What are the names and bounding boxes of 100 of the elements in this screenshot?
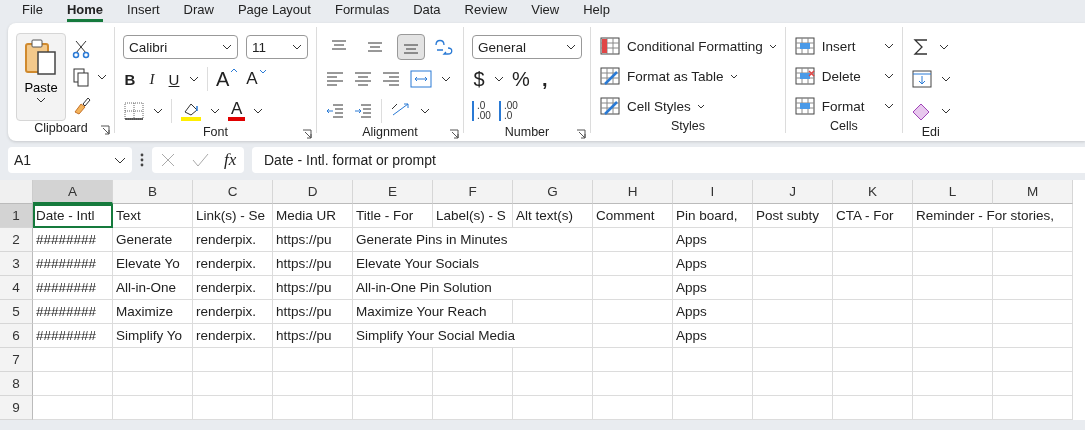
table-cell: ######## bbox=[33, 252, 113, 276]
check-icon[interactable] bbox=[190, 152, 209, 168]
ribbon-tab[interactable]: Data bbox=[413, 2, 441, 22]
insert-function-button[interactable]: fx bbox=[224, 150, 237, 170]
percent-button[interactable]: % bbox=[512, 67, 530, 91]
column-header[interactable]: A bbox=[33, 180, 113, 204]
column-header[interactable]: F bbox=[433, 180, 513, 204]
fill-down-icon[interactable] bbox=[910, 69, 933, 89]
dialog-launcher-icon[interactable] bbox=[449, 129, 459, 139]
ribbon-tab[interactable]: Draw bbox=[183, 2, 214, 22]
table-cell: renderpix. bbox=[193, 276, 273, 300]
ribbon-tab[interactable]: Formulas bbox=[334, 2, 390, 22]
paintbrush-icon[interactable] bbox=[72, 95, 92, 115]
comma-style-button[interactable]: , bbox=[537, 67, 552, 91]
ribbon-tab[interactable]: Page Layout bbox=[237, 2, 311, 22]
table-cell: Apps bbox=[673, 276, 753, 300]
font-size-dropdown[interactable]: 11 bbox=[246, 35, 308, 59]
column-header[interactable]: J bbox=[753, 180, 833, 204]
more-options-icon[interactable] bbox=[140, 153, 144, 167]
font-color-button[interactable]: A bbox=[228, 101, 246, 121]
dialog-launcher-icon[interactable] bbox=[302, 129, 312, 139]
table-cell: Reminder - For stories, bbox=[913, 204, 1073, 228]
increase-decimal-button[interactable]: .0 .00 bbox=[472, 101, 491, 121]
caret-icon bbox=[883, 43, 894, 49]
styles-button[interactable]: Conditional Formatting bbox=[599, 33, 777, 59]
column-header[interactable]: M bbox=[993, 180, 1073, 204]
row-header[interactable]: 2 bbox=[0, 228, 33, 252]
merge-center-icon[interactable] bbox=[409, 69, 433, 89]
caret-icon[interactable] bbox=[253, 108, 264, 114]
clipboard-icon bbox=[23, 38, 59, 78]
number-format-dropdown[interactable]: General bbox=[472, 35, 582, 59]
row-header[interactable]: 1 bbox=[0, 204, 33, 228]
table-cell: https://pu bbox=[273, 228, 353, 252]
column-header[interactable]: K bbox=[833, 180, 913, 204]
caret-icon[interactable] bbox=[210, 108, 220, 114]
caret-icon[interactable] bbox=[153, 108, 163, 114]
table-cell: ######## bbox=[33, 276, 113, 300]
increase-indent-icon[interactable] bbox=[353, 103, 373, 119]
column-header[interactable]: H bbox=[593, 180, 673, 204]
column-header[interactable]: I bbox=[673, 180, 753, 204]
caret-icon[interactable] bbox=[420, 108, 430, 114]
align-center-icon[interactable] bbox=[353, 71, 373, 87]
ribbon-tab[interactable]: File bbox=[22, 2, 43, 22]
formula-input[interactable]: Date - Intl. format or prompt bbox=[252, 147, 1085, 173]
row-header[interactable]: 5 bbox=[0, 300, 33, 324]
borders-icon[interactable] bbox=[123, 101, 145, 121]
decrease-indent-icon[interactable] bbox=[325, 103, 345, 119]
copy-icon[interactable] bbox=[72, 67, 106, 87]
paste-button[interactable]: Paste bbox=[16, 33, 66, 121]
table-cell: Title - For bbox=[353, 204, 433, 228]
align-left-icon[interactable] bbox=[325, 71, 345, 87]
styles-button[interactable]: Cell Styles bbox=[599, 93, 777, 119]
currency-button[interactable]: $ bbox=[472, 67, 486, 91]
table-cell: Elevate Yo bbox=[113, 252, 193, 276]
caret-icon[interactable] bbox=[189, 76, 199, 82]
column-header[interactable]: D bbox=[273, 180, 353, 204]
ribbon-tab[interactable]: View bbox=[531, 2, 560, 22]
ribbon-tab[interactable]: Help bbox=[583, 2, 610, 22]
table-grid-icon bbox=[793, 96, 816, 116]
italic-button[interactable]: I bbox=[145, 70, 159, 88]
name-box[interactable]: A1 bbox=[8, 147, 132, 173]
caret-icon[interactable] bbox=[938, 44, 949, 50]
row-header[interactable]: 9 bbox=[0, 396, 33, 420]
row-header[interactable]: 7 bbox=[0, 348, 33, 372]
ribbon-tab[interactable]: Review bbox=[464, 2, 508, 22]
row-header[interactable]: 3 bbox=[0, 252, 33, 276]
caret-icon[interactable] bbox=[940, 76, 951, 82]
shrink-font-button[interactable]: A bbox=[246, 69, 267, 89]
bold-button[interactable]: B bbox=[123, 70, 137, 88]
row-header[interactable]: 4 bbox=[0, 276, 33, 300]
underline-button[interactable]: U bbox=[167, 70, 181, 88]
dialog-launcher-icon[interactable] bbox=[100, 125, 110, 135]
cells-button[interactable]: Insert bbox=[793, 33, 894, 59]
column-header[interactable]: B bbox=[113, 180, 193, 204]
cells-button[interactable]: Format bbox=[793, 93, 894, 119]
column-header[interactable]: E bbox=[353, 180, 433, 204]
scissors-icon[interactable] bbox=[72, 39, 90, 59]
font-family-dropdown[interactable]: Calibri bbox=[123, 35, 238, 59]
caret-icon bbox=[883, 73, 894, 79]
caret-icon bbox=[36, 97, 46, 103]
align-right-icon[interactable] bbox=[381, 71, 401, 87]
row-header[interactable]: 6 bbox=[0, 324, 33, 348]
dialog-launcher-icon[interactable] bbox=[576, 129, 586, 139]
column-header[interactable]: C bbox=[193, 180, 273, 204]
table-cell: All-in-One bbox=[113, 276, 193, 300]
row-header[interactable]: 8 bbox=[0, 372, 33, 396]
grow-font-button[interactable]: A bbox=[216, 67, 239, 91]
table-grid-icon bbox=[793, 66, 816, 86]
table-cell: ######## bbox=[33, 324, 113, 348]
caret-icon[interactable] bbox=[494, 76, 504, 82]
ribbon-tab[interactable]: Insert bbox=[127, 2, 160, 22]
vertical-align-button[interactable] bbox=[397, 34, 425, 60]
column-header[interactable]: G bbox=[513, 180, 593, 204]
column-header[interactable]: L bbox=[913, 180, 993, 204]
caret-icon[interactable] bbox=[940, 108, 951, 114]
table-cell: https://pu bbox=[273, 252, 353, 276]
cells-button[interactable]: Delete bbox=[793, 63, 894, 89]
decrease-decimal-button[interactable]: .00 .0 bbox=[498, 101, 518, 121]
caret-icon[interactable] bbox=[441, 76, 451, 82]
styles-button[interactable]: Format as Table bbox=[599, 63, 777, 89]
